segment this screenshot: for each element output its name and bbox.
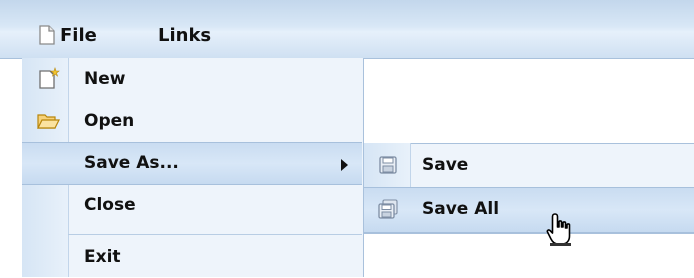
menu-item-exit[interactable]: Exit bbox=[22, 236, 362, 278]
submenu-item-label: Save bbox=[422, 155, 469, 175]
menu-item-save-as[interactable]: Save As... bbox=[22, 142, 362, 185]
menu-item-label: Save As... bbox=[84, 153, 179, 173]
hand-cursor-icon bbox=[545, 212, 579, 248]
file-icon bbox=[36, 23, 58, 47]
submenu-item-save[interactable]: Save bbox=[364, 144, 694, 187]
save-icon bbox=[377, 154, 399, 176]
menu-item-label: New bbox=[84, 69, 126, 89]
menu-item-label: Open bbox=[84, 111, 135, 131]
menu-links[interactable]: Links bbox=[158, 23, 211, 49]
menubar: File Links bbox=[0, 0, 694, 59]
open-folder-icon bbox=[36, 109, 60, 133]
menu-item-new[interactable]: New bbox=[22, 58, 362, 100]
menu-item-label: Exit bbox=[84, 247, 121, 267]
menu-separator bbox=[68, 234, 362, 235]
new-file-icon bbox=[36, 67, 60, 91]
menu-file[interactable]: File bbox=[60, 23, 97, 49]
submenu-item-save-all[interactable]: Save All bbox=[364, 187, 694, 233]
submenu-item-label: Save All bbox=[422, 199, 500, 219]
save-all-icon bbox=[377, 198, 399, 220]
menu-item-label: Close bbox=[84, 195, 136, 215]
menu-item-open[interactable]: Open bbox=[22, 100, 362, 142]
submenu-arrow-icon bbox=[341, 159, 348, 171]
menu-item-close[interactable]: Close bbox=[22, 184, 362, 226]
